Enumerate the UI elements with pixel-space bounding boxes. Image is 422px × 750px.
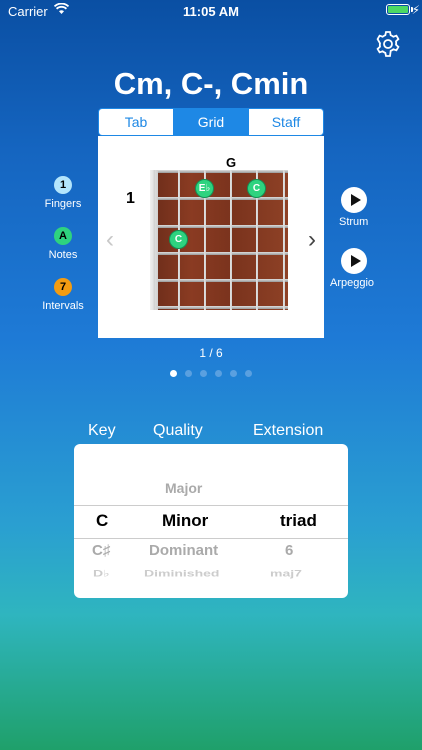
selection-line-top xyxy=(74,505,348,506)
extension-selected[interactable]: triad xyxy=(280,511,317,531)
note-marker: C xyxy=(247,179,266,198)
arpeggio-label: Arpeggio xyxy=(330,277,375,289)
page-dot[interactable] xyxy=(245,370,252,377)
fret-wire xyxy=(150,170,288,173)
string xyxy=(283,170,285,310)
quality-option[interactable]: Major xyxy=(165,480,202,496)
page-indicator[interactable] xyxy=(0,364,422,382)
fret-number: 1 xyxy=(126,190,135,207)
quality-column-header: Quality xyxy=(153,422,203,439)
charging-icon: ⚡ xyxy=(411,3,420,17)
chord-picker[interactable]: Major C Minor triad C♯ Dominant 6 D♭ Dim… xyxy=(74,444,348,598)
open-string-label: G xyxy=(226,155,237,170)
key-selected[interactable]: C xyxy=(96,511,108,531)
quality-option[interactable]: Dominant xyxy=(149,542,218,559)
fret-wire xyxy=(150,306,288,309)
status-bar: Carrier 11:05 AM ⚡ xyxy=(0,0,422,22)
strum-label: Strum xyxy=(339,216,369,228)
notes-icon: A xyxy=(54,227,72,245)
extension-option[interactable]: maj7 xyxy=(270,568,302,578)
fret-wire xyxy=(150,225,288,228)
page-dot[interactable] xyxy=(200,370,207,377)
note-marker: E♭ xyxy=(195,179,214,198)
extension-option[interactable]: 6 xyxy=(285,542,293,559)
page-dot[interactable] xyxy=(230,370,237,377)
page-dot[interactable] xyxy=(185,370,192,377)
fret-wire xyxy=(150,252,288,255)
picker-row-selected: C Minor triad xyxy=(74,511,348,541)
note-marker: C xyxy=(169,230,188,249)
view-mode-tabs: Tab Grid Staff xyxy=(98,108,324,136)
clock: 11:05 AM xyxy=(183,4,239,19)
intervals-option[interactable]: 7 Intervals xyxy=(34,278,92,312)
intervals-label: Intervals xyxy=(42,300,84,312)
string xyxy=(153,170,155,310)
tab-staff[interactable]: Staff xyxy=(248,109,323,135)
key-column-header: Key xyxy=(88,422,116,439)
picker-row-below-2: D♭ Diminished maj7 xyxy=(74,568,348,588)
page-dot[interactable] xyxy=(170,370,177,377)
quality-selected[interactable]: Minor xyxy=(162,511,208,531)
fret-wire xyxy=(150,197,288,200)
key-option[interactable]: C♯ xyxy=(92,542,110,559)
extension-column-header: Extension xyxy=(253,422,324,439)
next-voicing-icon[interactable]: › xyxy=(308,226,316,254)
notes-option[interactable]: A Notes xyxy=(40,227,86,261)
fingers-icon: 1 xyxy=(54,176,72,194)
fret-wire xyxy=(150,279,288,282)
arpeggio-play-button[interactable] xyxy=(341,248,367,274)
chord-title: Cm, C-, Cmin xyxy=(113,66,309,101)
notes-label: Notes xyxy=(48,249,78,261)
key-option[interactable]: D♭ xyxy=(93,568,110,579)
quality-option[interactable]: Diminished xyxy=(144,568,219,578)
page-counter: 1 / 6 xyxy=(199,346,223,360)
battery-icon xyxy=(386,4,410,15)
tab-tab[interactable]: Tab xyxy=(99,109,173,135)
tab-grid[interactable]: Grid xyxy=(173,109,248,135)
fingers-option[interactable]: 1 Fingers xyxy=(40,176,86,210)
prev-voicing-icon[interactable]: ‹ xyxy=(106,226,114,254)
selection-line-bottom xyxy=(74,538,348,539)
string xyxy=(230,170,232,310)
intervals-icon: 7 xyxy=(54,278,72,296)
settings-gear-icon[interactable] xyxy=(374,30,402,58)
page-dot[interactable] xyxy=(215,370,222,377)
fingers-label: Fingers xyxy=(44,198,82,210)
strum-play-button[interactable] xyxy=(341,187,367,213)
